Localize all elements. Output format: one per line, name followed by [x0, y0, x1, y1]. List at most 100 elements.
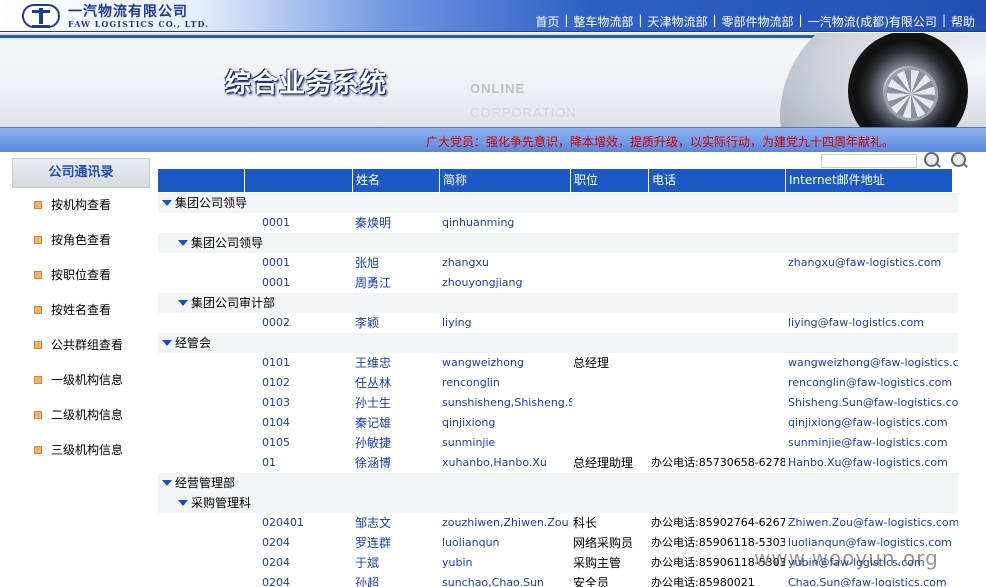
- column-header[interactable]: 简称: [439, 169, 570, 192]
- employee-id[interactable]: 0001: [262, 273, 352, 293]
- employee-id[interactable]: 0204: [262, 533, 352, 553]
- employee-name[interactable]: 徐涵博: [355, 453, 439, 473]
- person-row[interactable]: 020401 邹志文 zouzhiwen,Zhiwen.Zou 科长 办公电话:8590…: [158, 513, 958, 533]
- employee-id[interactable]: 0102: [262, 373, 352, 393]
- employee-email[interactable]: Hanbo.Xu@faw-logistics.com: [788, 453, 958, 473]
- group-toggle[interactable]: 经营管理部: [162, 473, 235, 493]
- employee-id[interactable]: 0204: [262, 573, 352, 587]
- employee-id[interactable]: 0001: [262, 213, 352, 233]
- group-toggle[interactable]: 集团公司领导: [162, 193, 247, 213]
- expand-triangle-icon[interactable]: [178, 300, 188, 306]
- employee-id[interactable]: 0105: [262, 433, 352, 453]
- person-row[interactable]: 0001 秦焕明 qinhuanming: [158, 213, 958, 233]
- employee-shortname[interactable]: zouzhiwen,Zhiwen.Zou: [442, 513, 572, 533]
- person-row[interactable]: 0104 秦记雄 qinjixiong qinjixiong@faw-logistic…: [158, 413, 958, 433]
- person-row[interactable]: 0101 王维忠 wangweizhong 总经理 wangweizhong@faw-l…: [158, 353, 958, 373]
- person-row[interactable]: 0103孙士生sunshisheng,Shisheng.Sun Shisheng.…: [158, 393, 958, 413]
- employee-name[interactable]: 秦记雄: [355, 413, 439, 433]
- employee-name[interactable]: 李颖: [355, 313, 439, 333]
- employee-id[interactable]: 0204: [262, 553, 352, 573]
- employee-shortname[interactable]: zhangxu: [442, 253, 572, 273]
- employee-shortname[interactable]: zhouyongjiang: [442, 273, 572, 293]
- person-row[interactable]: 0001 张旭 zhangxu zhangxu@faw-logistics.com: [158, 253, 958, 273]
- advanced-search-icon[interactable]: [951, 152, 966, 167]
- employee-id[interactable]: 020401: [262, 513, 352, 533]
- employee-name[interactable]: 周勇江: [355, 273, 439, 293]
- employee-email[interactable]: zhangxu@faw-logistics.com: [788, 253, 958, 273]
- group-row[interactable]: 集团公司审计部: [158, 293, 958, 313]
- employee-email[interactable]: Zhiwen.Zou@faw-logistics.com: [788, 513, 958, 533]
- employee-email[interactable]: sunminjie@faw-logistics.com: [788, 433, 958, 453]
- column-header[interactable]: [244, 169, 352, 192]
- employee-shortname[interactable]: yubin: [442, 553, 572, 573]
- employee-email[interactable]: Chao.Sun@faw-logistics.com: [788, 573, 958, 587]
- search-icon[interactable]: [924, 152, 939, 167]
- person-row[interactable]: 0001 周勇江 zhouyongjiang: [158, 273, 958, 293]
- sidebar-menu-item[interactable]: 三级机构信息: [34, 441, 123, 458]
- employee-id[interactable]: 0103: [262, 393, 352, 413]
- employee-name[interactable]: 秦焕明: [355, 213, 439, 233]
- employee-id[interactable]: 0001: [262, 253, 352, 273]
- employee-name[interactable]: 王维忠: [355, 353, 439, 373]
- nav-item[interactable]: 整车物流部: [568, 13, 638, 30]
- expand-triangle-icon[interactable]: [162, 340, 172, 346]
- employee-shortname[interactable]: xuhanbo,Hanbo.Xu: [442, 453, 572, 473]
- employee-email[interactable]: Shisheng.Sun@faw-logistics.com: [788, 393, 958, 413]
- employee-name[interactable]: 孙士生: [355, 393, 439, 413]
- sidebar-menu-item[interactable]: 公共群组查看: [34, 336, 123, 353]
- employee-shortname[interactable]: renconglin: [442, 373, 572, 393]
- nav-item[interactable]: 零部件物流部: [717, 13, 799, 30]
- employee-email[interactable]: liying@faw-logistics.com: [788, 313, 958, 333]
- person-row[interactable]: 01 徐涵博 xuhanbo,Hanbo.Xu 总经理助理 办公电话:85730658-…: [158, 453, 958, 473]
- employee-shortname[interactable]: qinjixiong: [442, 413, 572, 433]
- person-row[interactable]: 0105 孙敏捷 sunminjie sunminjie@faw-logistics.…: [158, 433, 958, 453]
- column-header[interactable]: 职位: [570, 169, 648, 192]
- employee-email[interactable]: wangweizhong@faw-logistics.com: [788, 353, 958, 373]
- employee-email[interactable]: [788, 213, 958, 233]
- employee-email[interactable]: qinjixiong@faw-logistics.com: [788, 413, 958, 433]
- sidebar-menu-item[interactable]: 按姓名查看: [34, 301, 111, 318]
- group-toggle[interactable]: 集团公司领导: [178, 233, 263, 253]
- employee-shortname[interactable]: liying: [442, 313, 572, 333]
- group-toggle[interactable]: 采购管理科: [178, 493, 251, 513]
- nav-item[interactable]: 天津物流部: [642, 13, 712, 30]
- employee-shortname[interactable]: luolianqun: [442, 533, 572, 553]
- sidebar-menu-item[interactable]: 按职位查看: [34, 266, 111, 283]
- employee-shortname[interactable]: sunshisheng,Shisheng.Sun: [442, 393, 572, 413]
- employee-shortname[interactable]: wangweizhong: [442, 353, 572, 373]
- expand-triangle-icon[interactable]: [162, 200, 172, 206]
- group-row[interactable]: 集团公司领导: [158, 193, 958, 213]
- expand-triangle-icon[interactable]: [178, 500, 188, 506]
- employee-id[interactable]: 0101: [262, 353, 352, 373]
- sidebar-menu-item[interactable]: 按角色查看: [34, 231, 111, 248]
- group-toggle[interactable]: 集团公司审计部: [178, 293, 275, 313]
- employee-name[interactable]: 孙敏捷: [355, 433, 439, 453]
- employee-name[interactable]: 任丛林: [355, 373, 439, 393]
- nav-item[interactable]: 一汽物流(成都)有限公司: [803, 13, 942, 30]
- employee-id[interactable]: 0002: [262, 313, 352, 333]
- employee-shortname[interactable]: sunchao,Chao.Sun: [442, 573, 572, 587]
- person-row[interactable]: 0002 李颖 liying liying@faw-logistics.com: [158, 313, 958, 333]
- nav-item[interactable]: 首页: [530, 13, 564, 30]
- search-input[interactable]: [821, 154, 917, 168]
- group-row[interactable]: 采购管理科: [158, 493, 958, 513]
- nav-item[interactable]: 帮助: [946, 13, 980, 30]
- group-row[interactable]: 经管会: [158, 333, 958, 353]
- employee-name[interactable]: 罗连群: [355, 533, 439, 553]
- sidebar-menu-item[interactable]: 一级机构信息: [34, 371, 123, 388]
- expand-triangle-icon[interactable]: [178, 240, 188, 246]
- employee-id[interactable]: 0104: [262, 413, 352, 433]
- sidebar-menu-item[interactable]: 按机构查看: [34, 196, 111, 213]
- column-header[interactable]: [158, 169, 244, 192]
- employee-id[interactable]: 01: [262, 453, 352, 473]
- column-header[interactable]: Internet邮件地址: [785, 169, 952, 192]
- column-header[interactable]: 姓名: [352, 169, 439, 192]
- employee-name[interactable]: 孙超: [355, 573, 439, 587]
- employee-name[interactable]: 于斌: [355, 553, 439, 573]
- employee-name[interactable]: 张旭: [355, 253, 439, 273]
- expand-triangle-icon[interactable]: [162, 480, 172, 486]
- group-toggle[interactable]: 经管会: [162, 333, 211, 353]
- group-row[interactable]: 集团公司领导: [158, 233, 958, 253]
- column-header[interactable]: 电话: [648, 169, 785, 192]
- employee-shortname[interactable]: qinhuanming: [442, 213, 572, 233]
